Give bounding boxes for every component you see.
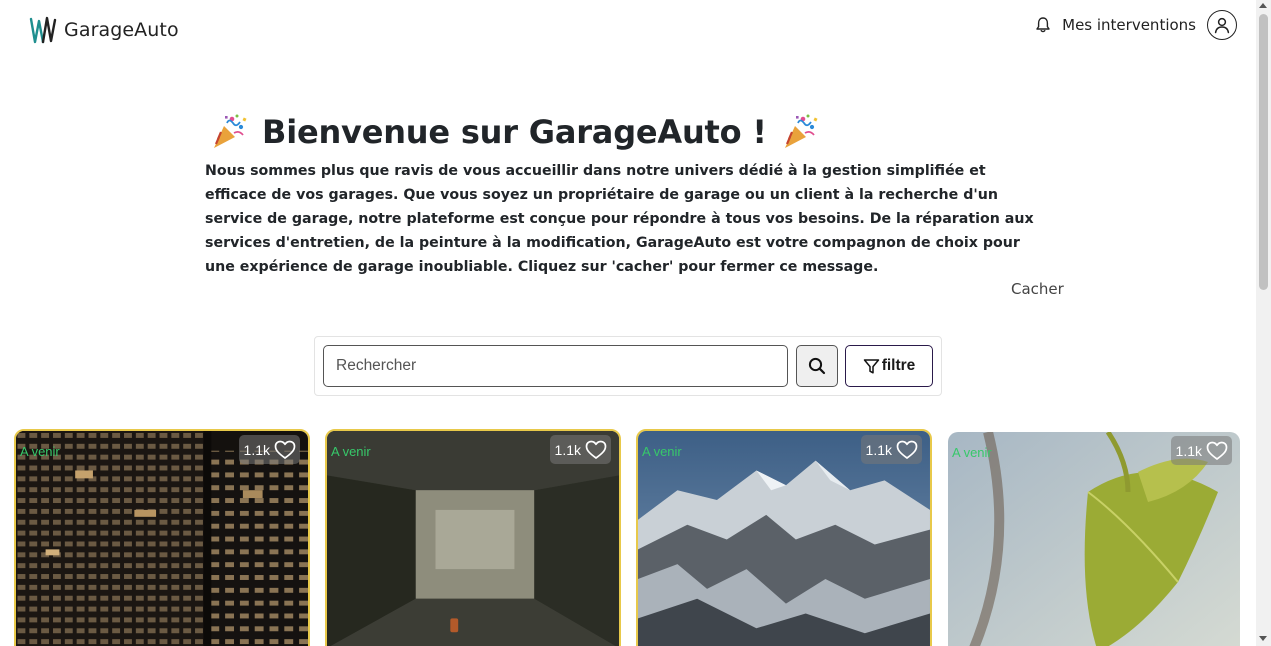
welcome-paragraph: Nous sommes plus que ravis de vous accue… xyxy=(205,163,1034,275)
garage-card[interactable]: A venir 1.1k xyxy=(948,432,1240,646)
search-icon xyxy=(808,357,826,375)
garageauto-logo-icon xyxy=(29,16,57,44)
scrollbar-thumb[interactable] xyxy=(1259,14,1268,290)
user-icon xyxy=(1214,17,1230,34)
like-button[interactable]: 1.1k xyxy=(1170,436,1232,465)
nav-right: Mes interventions xyxy=(1034,10,1237,40)
scroll-up-arrow-icon[interactable] xyxy=(1259,3,1267,8)
like-count: 1.1k xyxy=(1175,442,1202,459)
party-popper-icon xyxy=(214,114,247,148)
like-count: 1.1k xyxy=(554,441,581,458)
like-button[interactable]: 1.1k xyxy=(860,435,922,464)
like-count: 1.1k xyxy=(243,441,270,458)
heart-icon xyxy=(585,440,607,459)
search-button[interactable] xyxy=(796,345,838,387)
search-bar: filtre xyxy=(314,336,942,396)
garage-card[interactable]: A venir 1.1k xyxy=(325,429,621,646)
brand-link[interactable]: GarageAuto xyxy=(29,15,179,45)
status-badge: A venir xyxy=(952,445,992,460)
scroll-down-arrow-icon[interactable] xyxy=(1259,636,1267,641)
welcome-message: Bienvenue sur GarageAuto ! Nous sommes p… xyxy=(205,110,1065,298)
welcome-title-row: Bienvenue sur GarageAuto ! xyxy=(210,110,1065,154)
bell-icon[interactable] xyxy=(1034,16,1052,34)
brand-name: GarageAuto xyxy=(64,19,179,41)
heart-icon xyxy=(274,440,296,459)
filter-button[interactable]: filtre xyxy=(845,345,933,387)
search-input[interactable] xyxy=(323,345,788,387)
garage-card[interactable]: A venir 1.1k xyxy=(14,429,310,646)
top-navbar: GarageAuto Mes interventions xyxy=(0,0,1256,64)
filter-label: filtre xyxy=(881,357,916,374)
garage-card[interactable]: A venir 1.1k xyxy=(636,429,932,646)
party-popper-icon xyxy=(784,114,818,148)
status-badge: A venir xyxy=(642,444,682,459)
status-badge: A venir xyxy=(20,444,60,459)
heart-icon xyxy=(896,440,918,459)
user-avatar-button[interactable] xyxy=(1207,10,1237,40)
welcome-heading: Bienvenue sur GarageAuto ! xyxy=(262,113,767,151)
status-badge: A venir xyxy=(331,444,371,459)
page-scrollbar[interactable] xyxy=(1256,0,1271,646)
like-button[interactable]: 1.1k xyxy=(238,435,300,464)
filter-icon xyxy=(863,358,879,374)
like-count: 1.1k xyxy=(865,441,892,458)
like-button[interactable]: 1.1k xyxy=(549,435,611,464)
heart-icon xyxy=(1206,441,1228,460)
nav-interventions-link[interactable]: Mes interventions xyxy=(1062,16,1196,34)
hide-welcome-button[interactable]: Cacher xyxy=(1011,280,1064,298)
